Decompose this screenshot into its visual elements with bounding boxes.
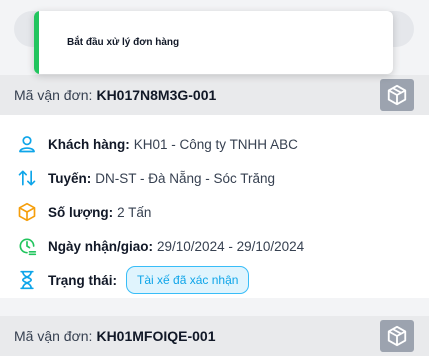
order-card-body: Khách hàng: KH01 - Công ty TNHH ABC Tuyế… [0,115,429,307]
quantity-value: 2 Tấn [117,204,152,220]
success-toast[interactable]: Bắt đầu xử lý đơn hàng [34,11,393,74]
package-box-icon [16,201,38,223]
hourglass-icon [16,269,38,291]
order-code-label: Mã vận đơn: [14,87,93,103]
customer-label: Khách hàng: [48,136,130,152]
dates-row: Ngày nhận/giao: 29/10/2024 - 29/10/2024 [16,229,429,263]
route-label: Tuyến: [48,170,92,186]
status-badge: Tài xế đã xác nhận [126,266,250,294]
quantity-row: Số lượng: 2 Tấn [16,195,429,229]
quantity-label: Số lượng: [48,204,114,220]
cube-icon [387,325,407,347]
customer-row: Khách hàng: KH01 - Công ty TNHH ABC [16,127,429,161]
route-row: Tuyến: DN-ST - Đà Nẵng - Sóc Trăng [16,161,429,195]
order-card[interactable]: Mã vận đơn: KH017N8M3G-001 Khách hàng: K… [0,75,429,298]
cube-action-button[interactable] [380,79,414,111]
dates-label: Ngày nhận/giao: [48,238,154,254]
status-row: Trạng thái: Tài xế đã xác nhận [16,263,429,297]
order-code: KH01MFOIQE-001 [96,328,216,344]
user-icon [16,133,38,155]
order-card-header: Mã vận đơn: KH017N8M3G-001 [0,75,429,115]
order-code: KH017N8M3G-001 [96,87,217,103]
status-label: Trạng thái: [48,272,118,288]
cube-icon [387,84,407,106]
dates-value: 29/10/2024 - 29/10/2024 [157,238,305,254]
swap-vertical-arrows-icon [16,167,38,189]
order-code-label: Mã vận đơn: [14,328,93,344]
route-value: DN-ST - Đà Nẵng - Sóc Trăng [95,170,276,186]
toast-message: Bắt đầu xử lý đơn hàng [67,37,180,48]
order-card[interactable]: Mã vận đơn: KH01MFOIQE-001 [0,316,429,361]
cube-action-button[interactable] [380,320,414,352]
order-list-screen: Mã vận đơn: KH017N8M3G-001 Khách hàng: K… [0,0,429,361]
order-card-header: Mã vận đơn: KH01MFOIQE-001 [0,316,429,356]
toast-accent-bar [34,11,39,74]
customer-value: KH01 - Công ty TNHH ABC [133,136,298,152]
clock-calendar-icon [16,235,38,257]
